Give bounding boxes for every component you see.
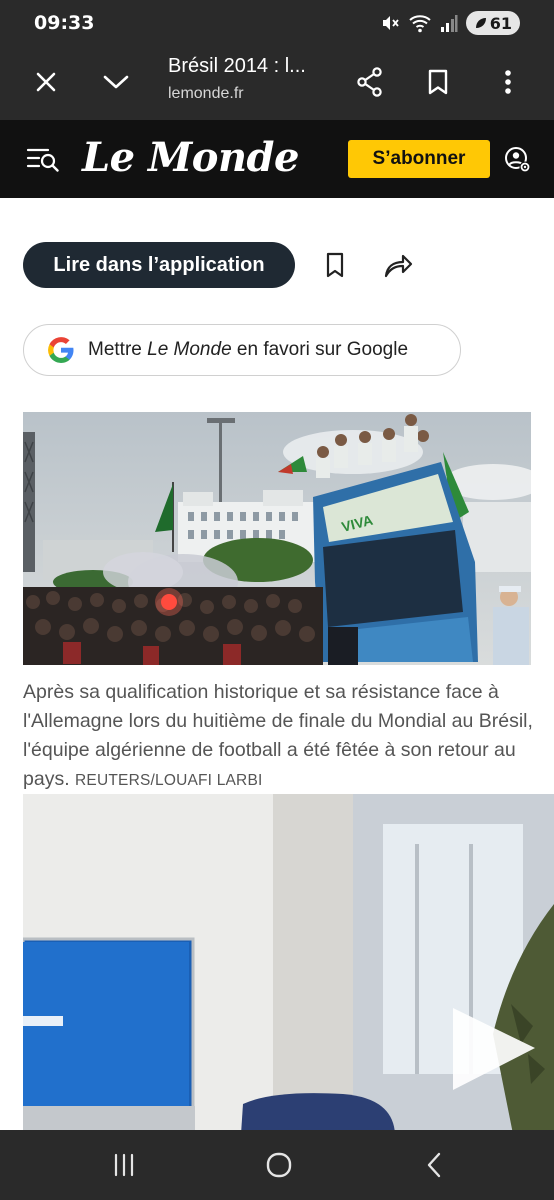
close-tab-button[interactable] [22, 58, 70, 106]
home-icon [266, 1152, 292, 1178]
article-photo: VIVA [23, 412, 531, 665]
account-settings-icon[interactable] [504, 146, 532, 174]
article-content: Lire dans l’application Mettre Le Monde … [0, 198, 554, 1130]
close-icon [36, 72, 56, 92]
site-header: Le Monde S’abonner [0, 120, 554, 198]
share-button[interactable] [346, 58, 394, 106]
bookmark-icon [428, 69, 448, 95]
photo-caption: Après sa qualification historique et sa … [23, 678, 533, 795]
home-button[interactable] [259, 1148, 299, 1182]
status-time: 09:33 [34, 12, 95, 34]
back-icon [427, 1152, 441, 1178]
google-favorite-suffix: en favori sur Google [231, 339, 409, 360]
status-bar: 09:33 61 [0, 0, 554, 44]
battery-saver-icon [475, 18, 486, 28]
google-favorite-prefix: Mettre [88, 339, 148, 360]
signal-icon [440, 15, 458, 32]
video-player[interactable] [23, 794, 554, 1130]
more-vert-icon [505, 70, 511, 94]
tab-title: Brésil 2014 : l... [168, 55, 306, 77]
status-icons: 61 [380, 10, 520, 36]
wifi-icon [409, 15, 431, 33]
browser-toolbar: Brésil 2014 : l... lemonde.fr [0, 44, 554, 120]
celebration-photo: VIVA [23, 412, 531, 665]
mute-icon [382, 16, 399, 30]
minimize-tab-button[interactable] [92, 58, 140, 106]
menu-search-icon[interactable] [26, 146, 60, 172]
google-favorite-brand: Le Monde [147, 339, 232, 360]
bookmark-button[interactable] [414, 58, 462, 106]
google-favorite-label: Mettre Le Monde en favori sur Google [88, 339, 408, 361]
back-button[interactable] [414, 1148, 454, 1182]
bookmark-article-icon[interactable] [320, 250, 350, 280]
open-in-app-button[interactable]: Lire dans l’application [23, 242, 295, 288]
tab-url: lemonde.fr [168, 85, 244, 102]
le-monde-logo[interactable]: Le Monde [82, 134, 299, 181]
chevron-down-icon [103, 75, 129, 89]
google-logo-icon [48, 337, 74, 363]
battery-indicator: 61 [465, 11, 520, 35]
system-navigation-bar [0, 1130, 554, 1200]
share-article-icon[interactable] [382, 250, 414, 280]
google-favorite-button[interactable]: Mettre Le Monde en favori sur Google [23, 324, 461, 376]
recent-apps-button[interactable] [104, 1148, 144, 1182]
share-icon [357, 67, 382, 97]
video-thumbnail [23, 794, 554, 1130]
more-options-button[interactable] [484, 58, 532, 106]
recent-apps-icon [114, 1153, 134, 1177]
subscribe-button[interactable]: S’abonner [348, 140, 490, 178]
photo-credit: REUTERS/LOUAFI LARBI [75, 772, 263, 789]
battery-level: 61 [489, 13, 512, 33]
